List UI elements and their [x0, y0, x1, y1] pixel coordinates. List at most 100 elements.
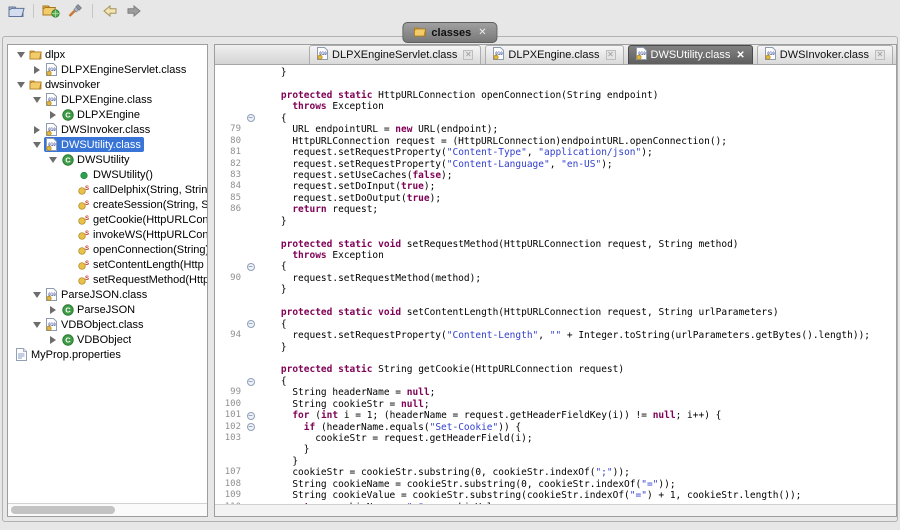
code-line: 101− for (int i = 1; (headerName = reque…	[215, 410, 896, 421]
collapse-arrow-icon[interactable]	[30, 142, 44, 148]
tree-item[interactable]: SopenConnection(String)	[8, 242, 207, 257]
collapse-arrow-icon[interactable]	[30, 292, 44, 298]
code-line	[215, 296, 896, 307]
forward-icon[interactable]	[125, 2, 143, 19]
tree-item-label: VDBObject.class	[61, 319, 144, 331]
close-tab-icon[interactable]: ✕	[875, 50, 885, 60]
tree-item[interactable]: ScreateSession(String, St	[8, 197, 207, 212]
code-editor[interactable]: } protected static HttpURLConnection ope…	[215, 65, 896, 504]
expand-arrow-icon[interactable]	[46, 111, 60, 119]
tree-item[interactable]: 010DWSUtility.class	[8, 137, 207, 152]
line-number: 94	[215, 330, 243, 341]
tree[interactable]: dlpx010DLPXEngineServlet.classdwsinvoker…	[8, 47, 207, 502]
editor-tabbar: 010DLPXEngineServlet.class✕010DLPXEngine…	[215, 45, 896, 65]
tree-item-label: DWSUtility()	[93, 169, 153, 181]
fold-collapse-icon[interactable]: −	[243, 263, 258, 271]
tree-item[interactable]: CDWSUtility	[8, 152, 207, 167]
code-text: protected static HttpURLConnection openC…	[258, 90, 896, 101]
tree-item[interactable]: SsetRequestMethod(Http	[8, 272, 207, 287]
code-text: protected static void setContentLength(H…	[258, 307, 896, 318]
editor-tab[interactable]: 010DWSUtility.class✕	[628, 45, 753, 64]
tree-item-label: DLPXEngine.class	[61, 94, 152, 106]
toolbar-separator	[33, 4, 34, 18]
open-file-icon[interactable]	[7, 2, 25, 19]
fold-collapse-icon[interactable]: −	[243, 114, 258, 122]
tree-item-content: 010DLPXEngineServlet.class	[44, 62, 189, 77]
tree-item[interactable]: MyProp.properties	[8, 347, 207, 362]
tree-horizontal-scrollbar[interactable]	[8, 503, 207, 516]
code-text: }	[258, 284, 896, 295]
scrollbar-thumb[interactable]	[11, 506, 115, 514]
code-text: throws Exception	[258, 101, 896, 112]
expand-arrow-icon[interactable]	[30, 66, 44, 74]
expand-arrow-icon[interactable]	[30, 126, 44, 134]
code-line: }	[215, 67, 896, 78]
close-tab-icon[interactable]: ✕	[736, 50, 744, 61]
tree-item[interactable]: SinvokeWS(HttpURLConn	[8, 227, 207, 242]
static-method-icon: S	[77, 259, 90, 271]
tree-item[interactable]: 010ParseJSON.class	[8, 287, 207, 302]
properties-file-icon	[15, 348, 28, 361]
svg-text:S: S	[85, 261, 89, 267]
tree-item[interactable]: 010DLPXEngineServlet.class	[8, 62, 207, 77]
tree-item[interactable]: dlpx	[8, 47, 207, 62]
tree-item-content: 010DWSUtility.class	[44, 137, 144, 152]
tree-item-label: DLPXEngineServlet.class	[61, 64, 186, 76]
tree-item[interactable]: 010DWSInvoker.class	[8, 122, 207, 137]
tree-item[interactable]: CVDBObject	[8, 332, 207, 347]
tree-item[interactable]: dwsinvoker	[8, 77, 207, 92]
collapse-arrow-icon[interactable]	[46, 157, 60, 163]
line-number: 90	[215, 273, 243, 284]
editor-horizontal-scrollbar[interactable]	[215, 504, 896, 516]
line-number: 84	[215, 181, 243, 192]
fold-collapse-icon[interactable]: −	[243, 378, 258, 386]
tree-item-label: DWSUtility	[77, 154, 130, 166]
fold-collapse-icon[interactable]: −	[243, 412, 258, 420]
close-tab-icon[interactable]: ✕	[463, 50, 473, 60]
tree-item[interactable]: CDLPXEngine	[8, 107, 207, 122]
tree-item-label: DWSUtility.class	[61, 139, 141, 151]
code-line: protected static HttpURLConnection openC…	[215, 90, 896, 101]
class-file-icon: 010	[45, 93, 58, 106]
tree-item-label: dlpx	[45, 49, 65, 61]
code-line: 80 HttpURLConnection request = (HttpURLC…	[215, 136, 896, 147]
close-icon[interactable]: ✕	[478, 27, 486, 38]
editor-tab[interactable]: 010DWSInvoker.class✕	[757, 45, 893, 64]
code-line: − {	[215, 261, 896, 272]
code-line	[215, 353, 896, 364]
code-line: 81 request.setRequestProperty("Content-T…	[215, 147, 896, 158]
collapse-arrow-icon[interactable]	[14, 52, 28, 58]
tree-item[interactable]: DWSUtility()	[8, 167, 207, 182]
collapse-arrow-icon[interactable]	[30, 97, 44, 103]
tree-item[interactable]: CParseJSON	[8, 302, 207, 317]
editor-tab[interactable]: 010DLPXEngine.class✕	[485, 45, 623, 64]
collapse-arrow-icon[interactable]	[30, 322, 44, 328]
classes-tab[interactable]: classes ✕	[402, 22, 497, 43]
line-number: 109	[215, 490, 243, 501]
pen-icon[interactable]	[66, 2, 84, 19]
tree-item[interactable]: ScallDelphix(String, Strin	[8, 182, 207, 197]
tree-item[interactable]: SsetContentLength(Http	[8, 257, 207, 272]
editor-tab[interactable]: 010DLPXEngineServlet.class✕	[309, 45, 481, 64]
tree-item-content: 010ParseJSON.class	[44, 287, 150, 302]
fold-collapse-icon[interactable]: −	[243, 423, 258, 431]
open-type-icon[interactable]	[42, 2, 60, 19]
back-icon[interactable]	[101, 2, 119, 19]
tree-item[interactable]: SgetCookie(HttpURLCon	[8, 212, 207, 227]
code-text: protected static void setRequestMethod(H…	[258, 239, 896, 250]
expand-arrow-icon[interactable]	[46, 306, 60, 314]
code-line: 85 request.setDoOutput(true);	[215, 193, 896, 204]
tree-item-content: MyProp.properties	[14, 347, 124, 362]
collapse-arrow-icon[interactable]	[14, 82, 28, 88]
class-icon: C	[61, 154, 74, 166]
tree-item-label: openConnection(String)	[93, 244, 207, 256]
expand-arrow-icon[interactable]	[46, 336, 60, 344]
tree-item[interactable]: 010DLPXEngine.class	[8, 92, 207, 107]
code-text: HttpURLConnection request = (HttpURLConn…	[258, 136, 896, 147]
close-tab-icon[interactable]: ✕	[606, 50, 616, 60]
toolbar-separator	[92, 4, 93, 18]
fold-collapse-icon[interactable]: −	[243, 320, 258, 328]
tree-item[interactable]: 010VDBObject.class	[8, 317, 207, 332]
editor-tab-label: DLPXEngineServlet.class	[332, 49, 457, 61]
package-tree-panel: dlpx010DLPXEngineServlet.classdwsinvoker…	[7, 44, 208, 517]
